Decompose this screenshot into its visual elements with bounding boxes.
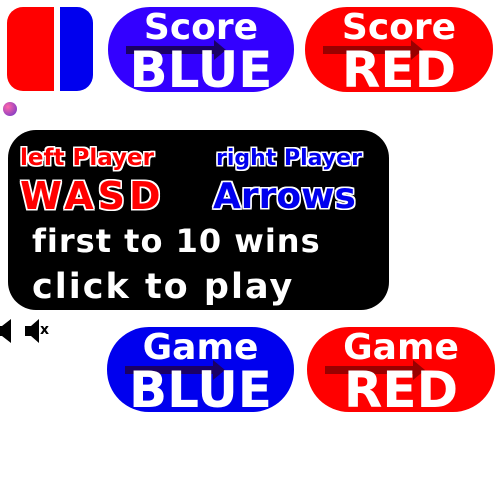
speaker-icon[interactable]: [0, 318, 17, 344]
score-blue-button[interactable]: Score BLUE: [108, 7, 294, 92]
click-to-play-text[interactable]: click to play: [32, 270, 294, 305]
game-red-button[interactable]: Game RED: [307, 327, 495, 412]
score-red-button[interactable]: Score RED: [305, 7, 493, 92]
left-player-keys: WASD: [20, 174, 165, 218]
logo-blue-half: [60, 7, 93, 91]
right-player-keys: Arrows: [213, 176, 356, 217]
score-red-bottom-label: RED: [341, 41, 457, 92]
left-player-label: left Player: [20, 145, 154, 171]
right-player-label: right Player: [216, 146, 362, 171]
game-logo: [7, 7, 93, 91]
instructions-panel[interactable]: left Player right Player WASD Arrows fir…: [8, 130, 389, 310]
game-red-bottom-label: RED: [343, 361, 459, 412]
win-rule-text: first to 10 wins: [32, 222, 321, 260]
game-blue-bottom-label: BLUE: [129, 361, 272, 412]
status-dot: [3, 102, 17, 116]
score-blue-bottom-label: BLUE: [129, 41, 273, 92]
logo-red-half: [7, 7, 54, 91]
game-blue-button[interactable]: Game BLUE: [107, 327, 294, 412]
mute-x-mark: x: [40, 322, 50, 338]
